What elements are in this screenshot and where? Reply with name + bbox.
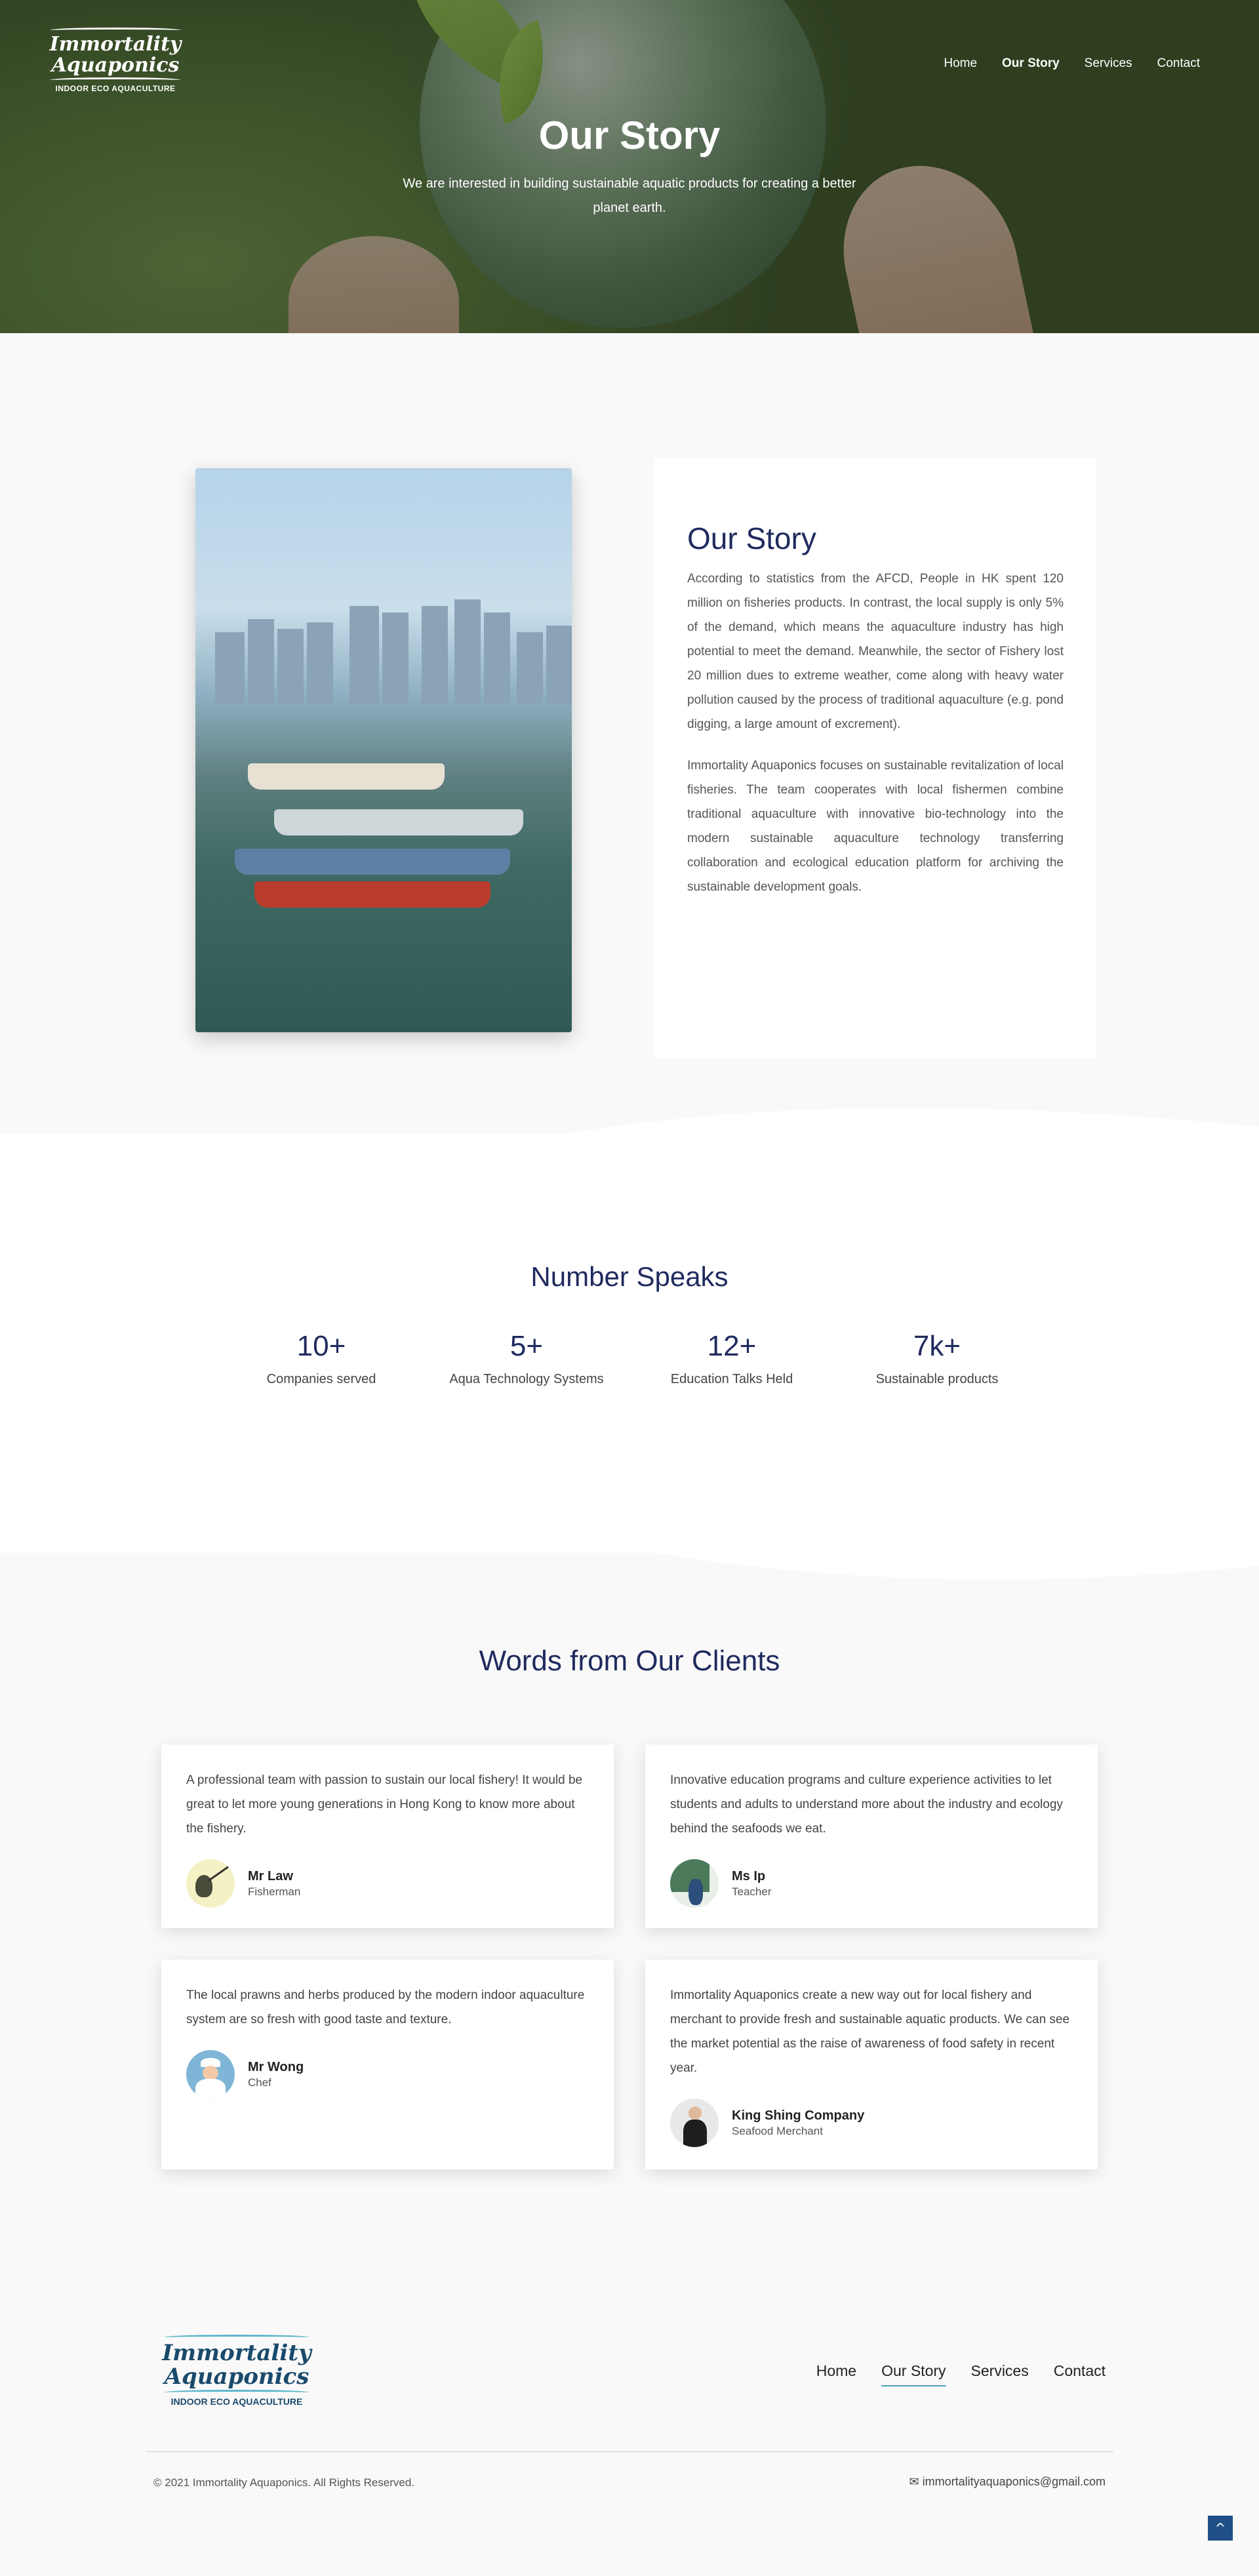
author-role: Teacher bbox=[732, 1885, 772, 1898]
nav-services[interactable]: Services bbox=[1085, 56, 1132, 71]
testimonial-quote: Innovative education programs and cultur… bbox=[670, 1773, 1063, 1836]
footer-nav: Home Our Story Services Contact bbox=[816, 2362, 1106, 2386]
logo-line1: Immortality bbox=[162, 2340, 311, 2366]
logo-wave bbox=[164, 2335, 310, 2340]
chef-avatar bbox=[186, 2050, 235, 2099]
numbers-section: Number Speaks 10+ Companies served 5+ Aq… bbox=[0, 1108, 1259, 1553]
footer-nav-services[interactable]: Services bbox=[971, 2362, 1029, 2386]
stat-label: Sustainable products bbox=[875, 1372, 999, 1386]
email-link[interactable]: ✉ immortalityaquaponics@gmail.com bbox=[909, 2475, 1106, 2489]
testimonial-author: Mr Wong Chef bbox=[186, 2050, 589, 2099]
hero-overlay bbox=[0, 0, 1259, 333]
logo-tagline: INDOOR ECO AQUACULTURE bbox=[170, 2396, 303, 2407]
author-role: Fisherman bbox=[248, 1885, 301, 1898]
fisherman-avatar bbox=[186, 1859, 235, 1908]
harbour-boats-image bbox=[195, 468, 572, 1032]
author-role: Chef bbox=[248, 2076, 271, 2089]
footer-nav-home[interactable]: Home bbox=[816, 2362, 856, 2386]
site-footer: Immortality Aquaponics INDOOR ECO AQUACU… bbox=[0, 2261, 1259, 2576]
page-subtitle: We are interested in building sustainabl… bbox=[403, 176, 856, 215]
author-name: Ms Ip bbox=[732, 1868, 766, 1883]
merchant-avatar bbox=[670, 2099, 719, 2147]
logo-line2: Aquaponics bbox=[51, 54, 180, 77]
story-card: Our Story According to statistics from t… bbox=[654, 458, 1096, 1058]
copyright-text: © 2021 Immortality Aquaponics. All Right… bbox=[153, 2476, 415, 2489]
testimonial-card: Immortality Aquaponics create a new way … bbox=[645, 1960, 1098, 2169]
back-to-top-button[interactable]: ^ bbox=[1208, 2516, 1233, 2541]
author-role: Seafood Merchant bbox=[732, 2124, 823, 2137]
logo-wave bbox=[50, 28, 181, 33]
email-text: immortalityaquaponics@gmail.com bbox=[922, 2475, 1106, 2488]
nav-home[interactable]: Home bbox=[944, 56, 977, 71]
wave-divider bbox=[0, 1514, 1259, 1580]
footer-logo[interactable]: Immortality Aquaponics INDOOR ECO AQUACU… bbox=[160, 2333, 313, 2415]
stat-label: Education Talks Held bbox=[670, 1372, 793, 1386]
stat-label: Aqua Technology Systems bbox=[449, 1372, 604, 1386]
stat-products: 7k+ Sustainable products bbox=[839, 1330, 1035, 1387]
author-name: Mr Law bbox=[248, 1868, 293, 1883]
logo-tagline: INDOOR ECO AQUACULTURE bbox=[55, 84, 176, 93]
testimonial-quote: The local prawns and herbs produced by t… bbox=[186, 1988, 585, 2026]
testimonials-title: Words from Our Clients bbox=[479, 1645, 780, 1677]
hero-banner: Immortality Aquaponics INDOOR ECO AQUACU… bbox=[0, 0, 1259, 333]
stat-value: 12+ bbox=[707, 1330, 757, 1362]
testimonial-card: A professional team with passion to sust… bbox=[161, 1744, 614, 1928]
stat-systems: 5+ Aqua Technology Systems bbox=[428, 1330, 625, 1387]
testimonial-author: King Shing Company Seafood Merchant bbox=[670, 2099, 1073, 2147]
footer-divider bbox=[146, 2451, 1113, 2452]
mail-icon: ✉ bbox=[909, 2475, 923, 2488]
story-paragraph-2: Immortality Aquaponics focuses on sustai… bbox=[687, 759, 1064, 894]
testimonial-author: Ms Ip Teacher bbox=[670, 1859, 1073, 1908]
testimonial-author: Mr Law Fisherman bbox=[186, 1859, 589, 1908]
teacher-avatar bbox=[670, 1859, 719, 1908]
story-section: Our Story According to statistics from t… bbox=[0, 333, 1259, 1133]
page-title: Our Story bbox=[538, 113, 721, 157]
testimonial-card: Innovative education programs and cultur… bbox=[645, 1744, 1098, 1928]
numbers-title: Number Speaks bbox=[530, 1261, 729, 1292]
stat-companies: 10+ Companies served bbox=[223, 1330, 420, 1387]
stat-value: 10+ bbox=[296, 1330, 346, 1362]
wave-divider bbox=[0, 1108, 1259, 1173]
logo-line1: Immortality bbox=[49, 33, 182, 56]
main-nav: Home Our Story Services Contact bbox=[944, 56, 1200, 71]
footer-nav-our-story[interactable]: Our Story bbox=[881, 2362, 946, 2386]
stat-value: 7k+ bbox=[913, 1330, 961, 1362]
stat-talks: 12+ Education Talks Held bbox=[633, 1330, 830, 1387]
testimonials-section: Words from Our Clients A professional te… bbox=[0, 1514, 1259, 2261]
nav-contact[interactable]: Contact bbox=[1157, 56, 1200, 71]
stat-value: 5+ bbox=[510, 1330, 544, 1362]
testimonial-quote: Immortality Aquaponics create a new way … bbox=[670, 1988, 1070, 2075]
footer-nav-contact[interactable]: Contact bbox=[1054, 2362, 1106, 2386]
nav-our-story[interactable]: Our Story bbox=[1002, 56, 1060, 71]
testimonial-card: The local prawns and herbs produced by t… bbox=[161, 1960, 614, 2169]
logo-wave bbox=[50, 77, 181, 83]
logo-wave bbox=[164, 2390, 310, 2395]
logo-line2: Aquaponics bbox=[164, 2364, 310, 2390]
site-logo[interactable]: Immortality Aquaponics INDOOR ECO AQUACU… bbox=[46, 26, 185, 105]
story-paragraph-1: According to statistics from the AFCD, P… bbox=[687, 572, 1064, 731]
author-name: Mr Wong bbox=[248, 2059, 304, 2074]
story-title: Our Story bbox=[687, 521, 816, 555]
author-name: King Shing Company bbox=[732, 2108, 865, 2123]
stat-label: Companies served bbox=[266, 1372, 376, 1386]
testimonial-quote: A professional team with passion to sust… bbox=[186, 1773, 583, 1836]
